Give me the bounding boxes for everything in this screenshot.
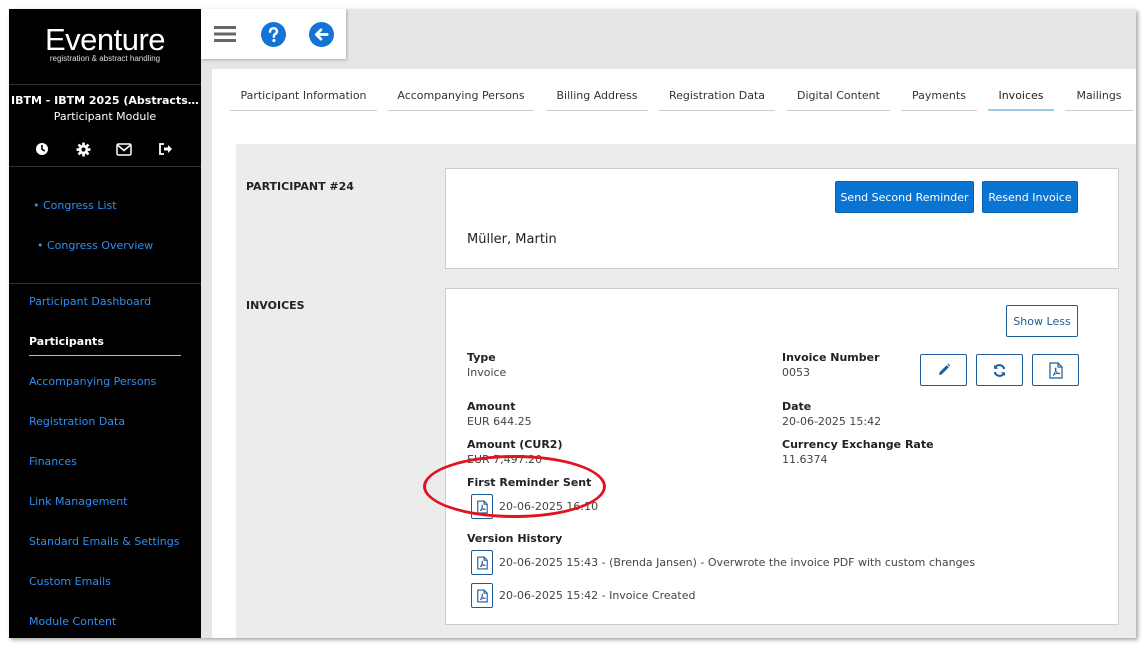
amount-label: Amount <box>467 400 516 413</box>
top-toolbar <box>201 9 346 59</box>
tab-accompanying-persons[interactable]: Accompanying Persons <box>388 87 534 111</box>
invoice-number-label: Invoice Number <box>782 351 880 364</box>
invoice-card: Show Less Type Invoice Invoice Number 00… <box>445 288 1119 625</box>
participant-name: Müller, Martin <box>467 232 557 247</box>
tab-registration-data[interactable]: Registration Data <box>659 87 775 111</box>
pencil-icon <box>938 363 950 375</box>
reminder-pdf-button[interactable] <box>471 494 493 519</box>
active-indicator <box>29 355 181 356</box>
type-label: Type <box>467 351 496 364</box>
send-second-reminder-button[interactable]: Send Second Reminder <box>835 181 974 213</box>
history-pdf-button[interactable] <box>471 550 493 575</box>
envelope-icon[interactable] <box>115 140 133 158</box>
main-panel: Participant Information Accompanying Per… <box>212 69 1136 638</box>
amount-cur2-value: EUR 7,497.20 <box>467 453 543 466</box>
sidebar: Eventure registration & abstract handlin… <box>9 9 201 638</box>
type-value: Invoice <box>467 366 507 379</box>
clock-icon[interactable] <box>33 140 51 158</box>
sidebar-item-standard-emails-settings[interactable]: Standard Emails & Settings <box>29 535 179 548</box>
reminder-sent-date: 20-06-2025 16:10 <box>499 500 599 513</box>
sidebar-item-accompanying-persons[interactable]: Accompanying Persons <box>29 375 156 388</box>
history-entry: 20-06-2025 15:42 - Invoice Created <box>499 589 696 602</box>
sidebar-item-custom-emails[interactable]: Custom Emails <box>29 575 111 588</box>
show-less-button[interactable]: Show Less <box>1006 305 1078 337</box>
version-history-label: Version History <box>467 532 563 545</box>
tab-mailings[interactable]: Mailings <box>1065 87 1133 111</box>
participant-section-label: PARTICIPANT #24 <box>246 180 354 193</box>
congress-title: IBTM - IBTM 2025 (Abstracts & Participan… <box>11 94 201 107</box>
participant-card: Send Second Reminder Resend Invoice Müll… <box>445 168 1119 269</box>
logo: Eventure registration & abstract handlin… <box>9 23 201 64</box>
pdf-file-icon <box>476 556 488 569</box>
sidebar-item-participants[interactable]: Participants <box>29 335 104 348</box>
sidebar-link-congress-list[interactable]: • Congress List <box>33 199 117 212</box>
tab-billing-address[interactable]: Billing Address <box>546 87 648 111</box>
divider <box>9 84 201 85</box>
amount-cur2-label: Amount (CUR2) <box>467 438 563 451</box>
amount-value: EUR 644.25 <box>467 415 532 428</box>
hamburger-menu-icon[interactable] <box>211 20 239 48</box>
content-area: PARTICIPANT #24 Send Second Reminder Res… <box>236 144 1136 638</box>
history-pdf-button[interactable] <box>471 583 493 608</box>
tab-participant-information[interactable]: Participant Information <box>230 87 377 111</box>
pdf-file-icon <box>476 589 488 602</box>
resend-invoice-button[interactable]: Resend Invoice <box>982 181 1078 213</box>
sidebar-item-link-management[interactable]: Link Management <box>29 495 127 508</box>
date-label: Date <box>782 400 812 413</box>
module-name: Participant Module <box>53 110 157 123</box>
edit-invoice-button[interactable] <box>920 354 967 386</box>
tab-invoices[interactable]: Invoices <box>988 87 1054 111</box>
logo-tagline: registration & abstract handling <box>49 54 161 63</box>
help-icon[interactable] <box>259 20 287 48</box>
logout-icon[interactable] <box>156 140 174 158</box>
download-invoice-pdf-button[interactable] <box>1032 354 1079 386</box>
regenerate-invoice-button[interactable] <box>976 354 1023 386</box>
divider <box>9 283 201 284</box>
tab-payments[interactable]: Payments <box>901 87 977 111</box>
pdf-file-icon <box>476 500 488 513</box>
invoice-number-value: 0053 <box>782 366 810 379</box>
sidebar-item-registration-data[interactable]: Registration Data <box>29 415 125 428</box>
refresh-icon <box>993 363 1006 377</box>
history-entry: 20-06-2025 15:43 - (Brenda Jansen) - Ove… <box>499 556 976 569</box>
sidebar-item-participant-dashboard[interactable]: Participant Dashboard <box>29 295 151 308</box>
invoices-section-label: INVOICES <box>246 299 305 312</box>
exchange-rate-label: Currency Exchange Rate <box>782 438 934 451</box>
app-window: Eventure registration & abstract handlin… <box>9 9 1136 638</box>
logo-text: Eventure <box>44 22 166 57</box>
divider <box>9 166 201 167</box>
gear-icon[interactable] <box>74 140 92 158</box>
sidebar-link-congress-overview[interactable]: • Congress Overview <box>37 239 153 252</box>
exchange-rate-value: 11.6374 <box>782 453 828 466</box>
quick-icons <box>33 140 174 158</box>
date-value: 20-06-2025 15:42 <box>782 415 882 428</box>
sidebar-item-module-content[interactable]: Module Content <box>29 615 116 628</box>
back-arrow-icon[interactable] <box>307 20 335 48</box>
sidebar-item-finances[interactable]: Finances <box>29 455 77 468</box>
pdf-file-icon <box>1048 361 1063 379</box>
tab-digital-content[interactable]: Digital Content <box>787 87 890 111</box>
first-reminder-label: First Reminder Sent <box>467 476 596 489</box>
